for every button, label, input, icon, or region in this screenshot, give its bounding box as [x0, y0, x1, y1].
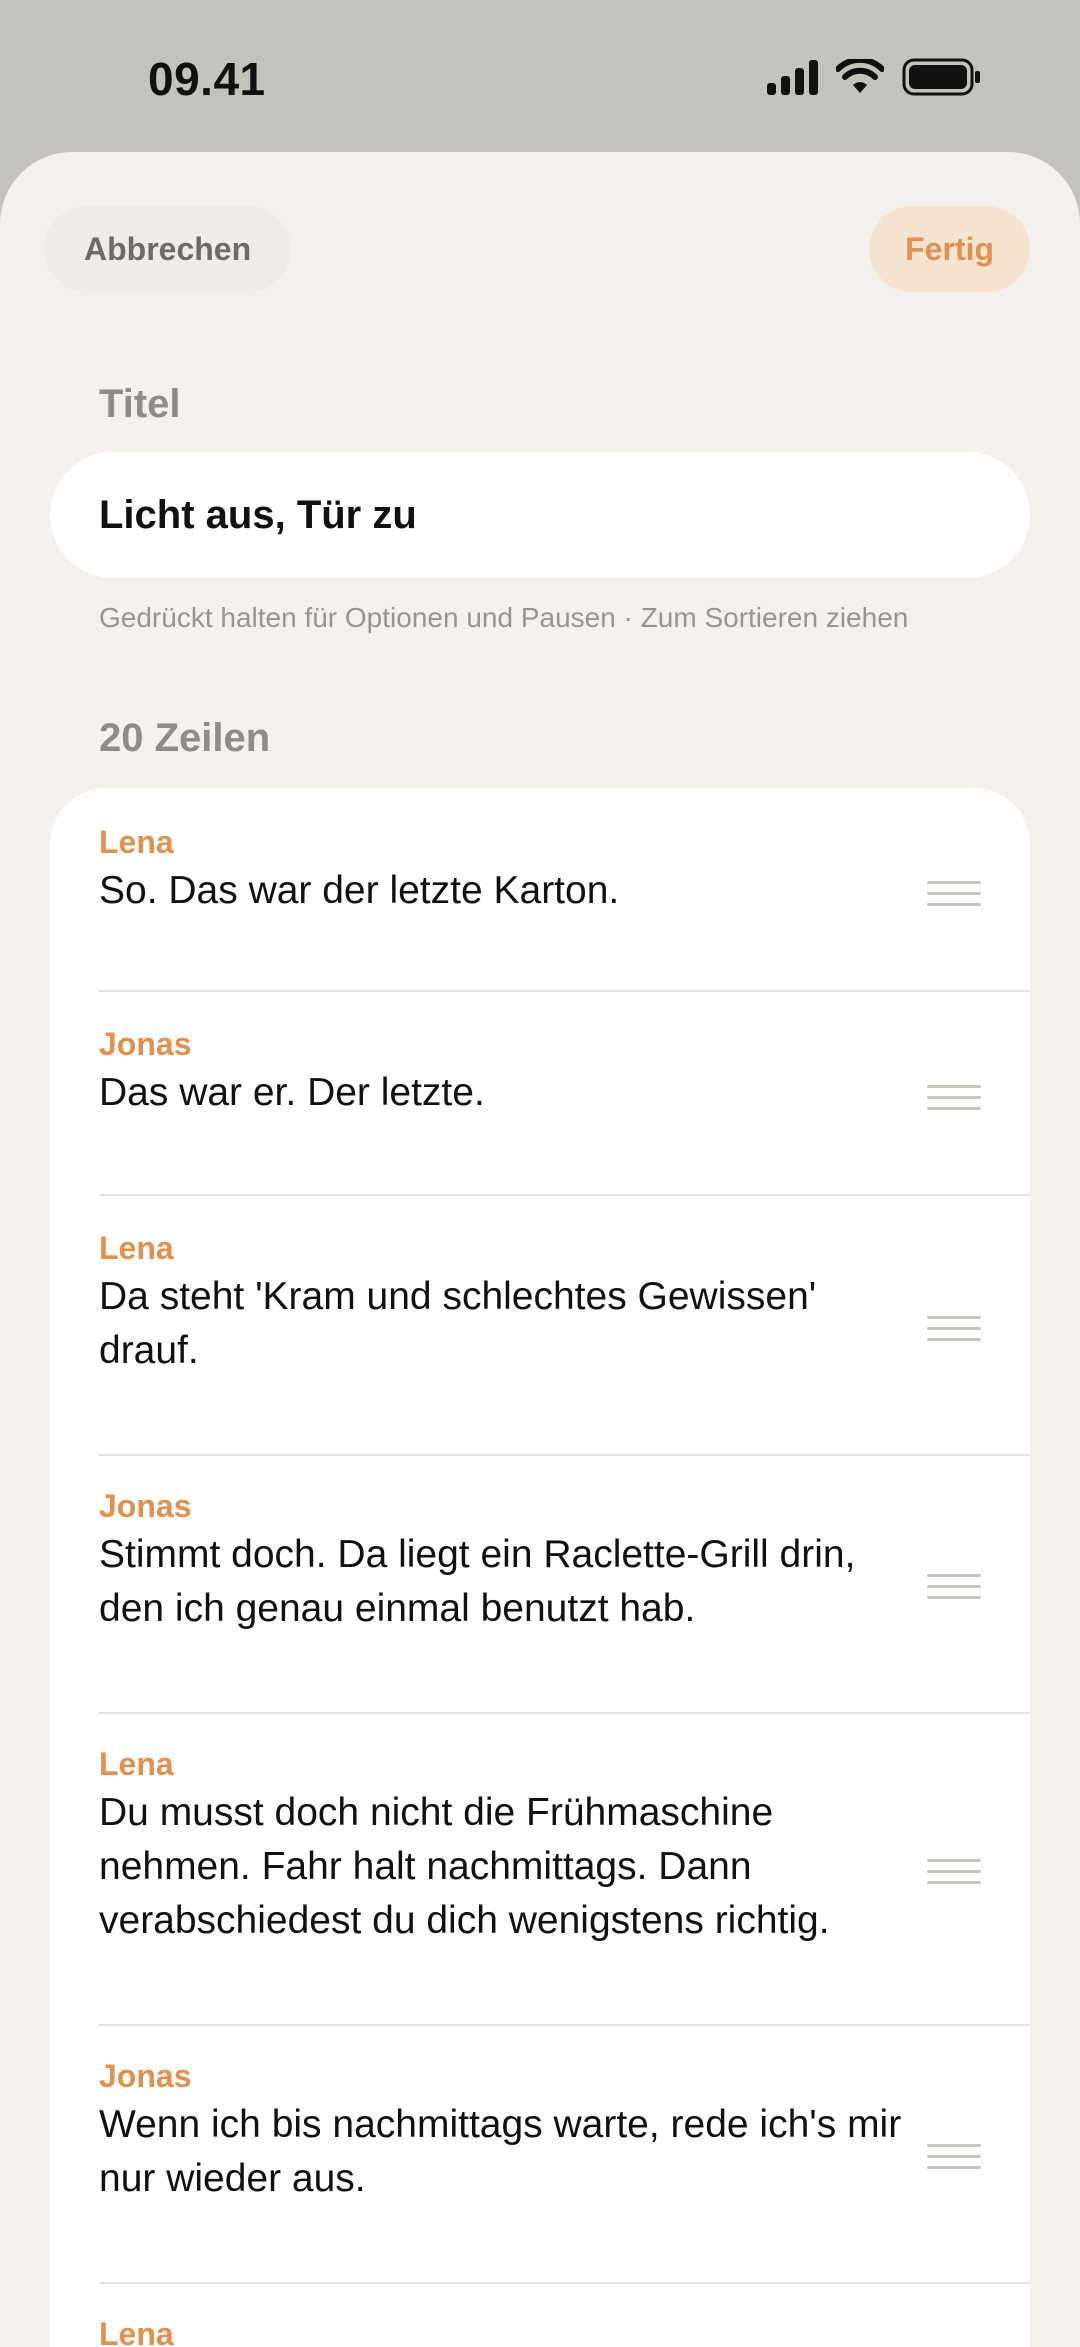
line-text: Wenn ich bis nachmittags warte, rede ich…: [99, 2103, 902, 2200]
lines-count-label: 20 Zeilen: [99, 716, 271, 760]
divider: [99, 1194, 1030, 1196]
speaker-name: Lena: [99, 1230, 174, 1266]
drag-handle-icon[interactable]: [927, 1085, 981, 1113]
title-input[interactable]: Licht aus, Tür zu: [50, 452, 1030, 578]
speaker-name: Jonas: [99, 2058, 192, 2094]
divider: [99, 1454, 1030, 1456]
lines-list: Lena So. Das war der letzte Karton. Jona…: [50, 788, 1030, 2347]
hint-text: Gedrückt halten für Optionen und Pausen …: [99, 602, 909, 633]
speaker-name: Jonas: [99, 1026, 192, 1062]
battery-icon: [902, 58, 980, 96]
edit-sheet: Abbrechen Fertig Titel Licht aus, Tür zu…: [0, 152, 1080, 2347]
wifi-icon: [836, 59, 884, 93]
line-text: Da steht 'Kram und schlechtes Gewissen' …: [99, 1275, 817, 1372]
done-button[interactable]: Fertig: [869, 206, 1030, 292]
line-text: So. Das war der letzte Karton.: [99, 869, 620, 912]
line-text: Das war er. Der letzte.: [99, 1071, 485, 1114]
status-bar: 09.41: [0, 0, 1080, 152]
drag-handle-icon[interactable]: [927, 1574, 981, 1602]
divider: [99, 2282, 1030, 2284]
cancel-button[interactable]: Abbrechen: [44, 206, 292, 292]
cellular-signal-icon: [767, 59, 818, 95]
drag-handle-icon[interactable]: [927, 1316, 981, 1344]
speaker-name: Lena: [99, 1746, 174, 1782]
speaker-name: Lena: [99, 824, 174, 860]
title-section-label: Titel: [99, 382, 181, 426]
line-text: Stimmt doch. Da liegt ein Raclette-Grill…: [99, 1533, 856, 1630]
line-text: Du musst doch nicht die Frühmaschine neh…: [99, 1791, 830, 1942]
speaker-name: Jonas: [99, 1488, 192, 1524]
drag-handle-icon[interactable]: [927, 2144, 981, 2172]
status-icons: [767, 58, 982, 96]
speaker-name: Lena: [99, 2316, 174, 2347]
drag-handle-icon[interactable]: [927, 881, 981, 909]
drag-handle-icon[interactable]: [927, 1859, 981, 1887]
divider: [99, 2024, 1030, 2026]
divider: [99, 1712, 1030, 1714]
divider: [99, 990, 1030, 992]
status-time: 09.41: [148, 53, 266, 105]
